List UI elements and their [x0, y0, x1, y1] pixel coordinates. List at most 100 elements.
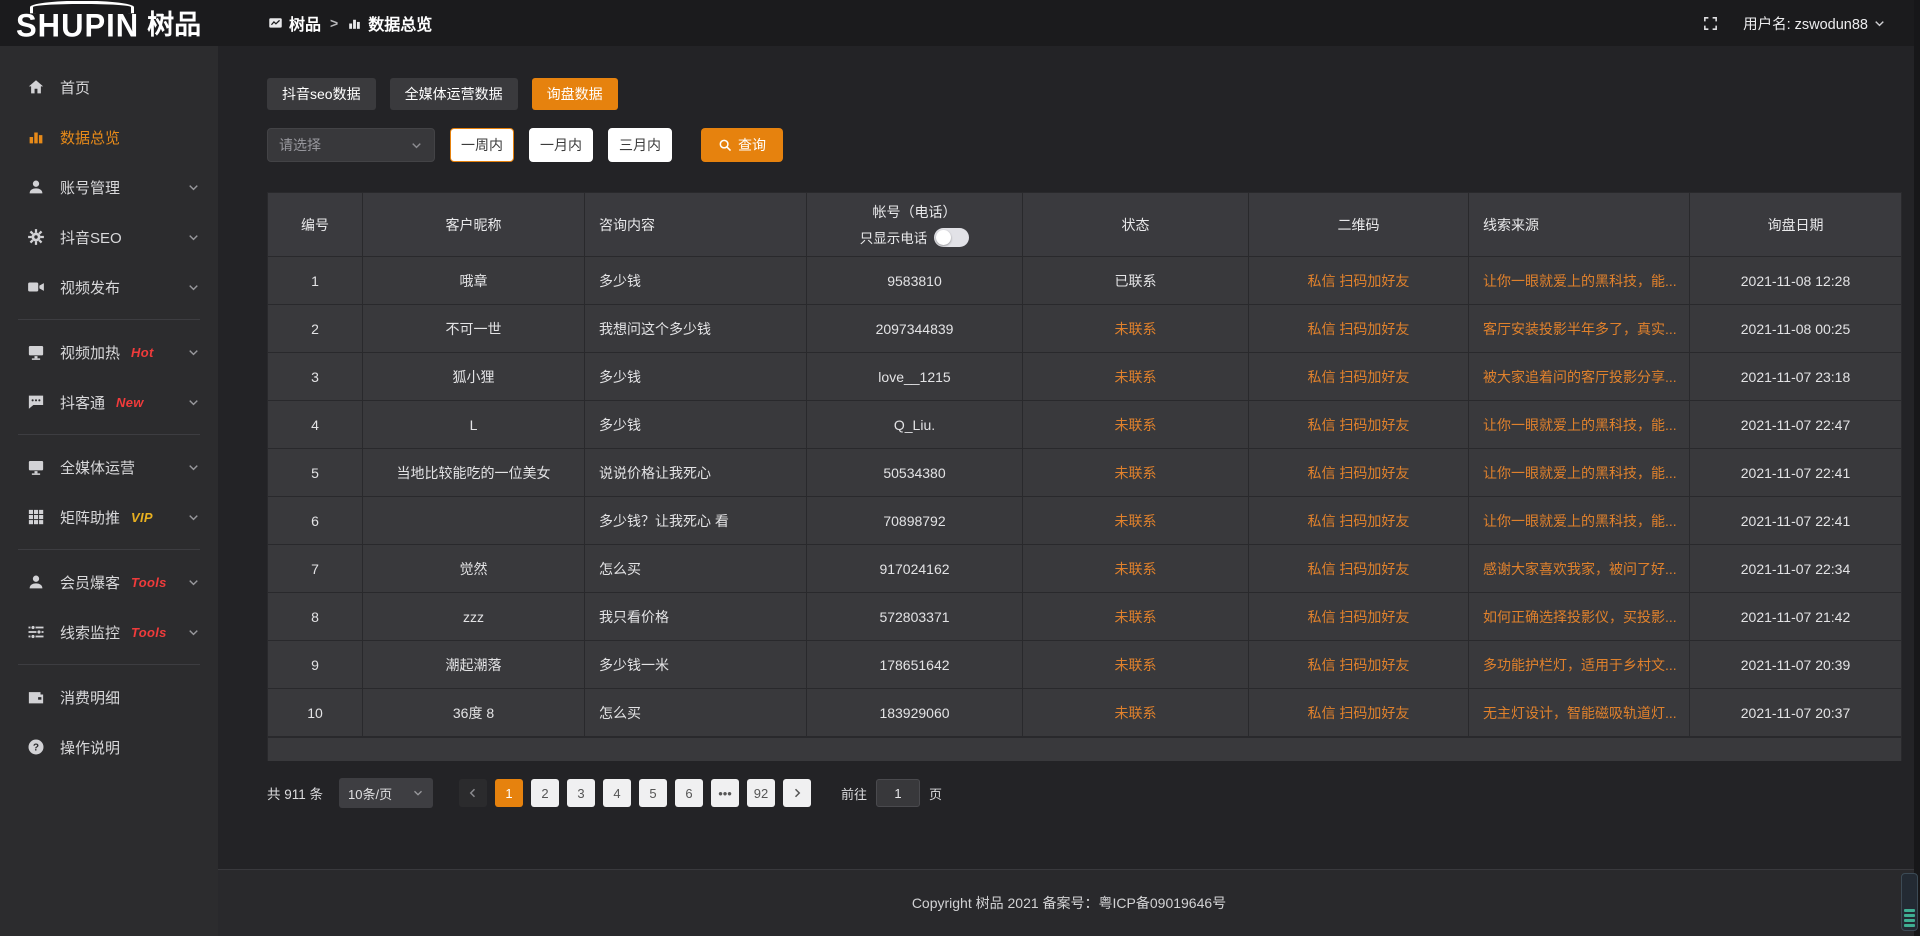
cell-qrcode[interactable]: 私信 扫码加好友 — [1249, 689, 1469, 737]
data-tabs: 抖音seo数据全媒体运营数据询盘数据 — [267, 78, 1902, 110]
cell-source[interactable]: 如何正确选择投影仪，买投影... — [1469, 593, 1690, 641]
column-header-account: 帐号（电话） 只显示电话 — [807, 193, 1023, 257]
sidebar-item-label: 操作说明 — [60, 737, 120, 758]
tab-询盘数据[interactable]: 询盘数据 — [532, 78, 618, 110]
cell-qrcode[interactable]: 私信 扫码加好友 — [1249, 593, 1469, 641]
period-button[interactable]: 三月内 — [608, 128, 672, 162]
page-button-2[interactable]: 2 — [531, 779, 559, 807]
tab-抖音seo数据[interactable]: 抖音seo数据 — [267, 78, 376, 110]
page-button-1[interactable]: 1 — [495, 779, 523, 807]
sidebar-divider — [18, 549, 200, 550]
cell-account: 183929060 — [807, 689, 1023, 737]
table-row: 1哦章多少钱9583810已联系私信 扫码加好友让你一眼就爱上的黑科技，能...… — [268, 257, 1901, 305]
phone-toggle-label: 只显示电话 — [860, 227, 928, 247]
sidebar-item-video[interactable]: 视频发布 — [0, 262, 218, 312]
period-button[interactable]: 一周内 — [450, 128, 514, 162]
sidebar-item-chat[interactable]: 抖客通 New — [0, 377, 218, 427]
cell-source[interactable]: 多功能护栏灯，适用于乡村文... — [1469, 641, 1690, 689]
breadcrumb-item-current[interactable]: 数据总览 — [347, 11, 432, 35]
chevron-down-icon — [1873, 17, 1886, 30]
sidebar-item-label: 矩阵助推 — [60, 507, 120, 528]
next-page-button[interactable] — [783, 779, 811, 807]
phone-only-toggle[interactable] — [934, 228, 969, 247]
cell-qrcode[interactable]: 私信 扫码加好友 — [1249, 305, 1469, 353]
cell-qrcode[interactable]: 私信 扫码加好友 — [1249, 545, 1469, 593]
goto-page-group: 前往 页 — [841, 779, 942, 807]
sidebar-item-monitor[interactable]: 全媒体运营 — [0, 442, 218, 492]
cell-qrcode[interactable]: 私信 扫码加好友 — [1249, 497, 1469, 545]
sidebar-item-sliders[interactable]: 线索监控Tools — [0, 607, 218, 657]
cell-source[interactable]: 让你一眼就爱上的黑科技，能... — [1469, 401, 1690, 449]
column-header-no: 编号 — [268, 193, 363, 257]
fullscreen-icon[interactable] — [1702, 15, 1719, 32]
page-size-label: 10条/页 — [348, 784, 392, 803]
page-size-select[interactable]: 10条/页 — [339, 778, 433, 808]
table-row: 3狐小狸多少钱love__1215未联系私信 扫码加好友被大家追着问的客厅投影分… — [268, 353, 1901, 401]
sidebar-item-grid[interactable]: 矩阵助推VIP — [0, 492, 218, 542]
cell-account: 9583810 — [807, 257, 1023, 305]
sidebar-item-badge: New — [116, 395, 144, 410]
cell-no: 10 — [268, 689, 363, 737]
total-count-label: 共 911 条 — [267, 783, 323, 803]
cell-qrcode[interactable]: 私信 扫码加好友 — [1249, 401, 1469, 449]
query-button[interactable]: 查询 — [701, 128, 783, 162]
page-button-4[interactable]: 4 — [603, 779, 631, 807]
cell-source[interactable]: 感谢大家喜欢我家，被问了好... — [1469, 545, 1690, 593]
cell-source[interactable]: 让你一眼就爱上的黑科技，能... — [1469, 449, 1690, 497]
user-menu[interactable]: 用户名: zswodun88 — [1743, 13, 1886, 34]
floating-widget[interactable] — [1901, 873, 1918, 931]
cell-account: 70898792 — [807, 497, 1023, 545]
cell-qrcode[interactable]: 私信 扫码加好友 — [1249, 641, 1469, 689]
chevron-down-icon — [412, 787, 424, 799]
cell-source[interactable]: 客厅安装投影半年多了，真实... — [1469, 305, 1690, 353]
table-header-row: 编号 客户昵称 咨询内容 帐号（电话） 只显示电话 状态 二维码 线索来源 询盘… — [268, 193, 1901, 257]
cell-account: love__1215 — [807, 353, 1023, 401]
username-label: 用户名: zswodun88 — [1743, 13, 1868, 34]
cell-qrcode[interactable]: 私信 扫码加好友 — [1249, 449, 1469, 497]
scrollbar-track[interactable] — [1914, 0, 1920, 936]
cell-nickname — [363, 497, 585, 545]
sidebar-item-question[interactable]: ?操作说明 — [0, 722, 218, 772]
sidebar-item-label: 抖客通 — [60, 392, 105, 413]
sidebar-item-person[interactable]: 会员爆客Tools — [0, 557, 218, 607]
page-button-5[interactable]: 5 — [639, 779, 667, 807]
sidebar-item-home[interactable]: 首页 — [0, 62, 218, 112]
table-row: 7觉然怎么买917024162未联系私信 扫码加好友感谢大家喜欢我家，被问了好.… — [268, 545, 1901, 593]
logo-text-en: SHUPIN — [16, 5, 139, 47]
sidebar-item-user[interactable]: 账号管理 — [0, 162, 218, 212]
prev-page-button[interactable] — [459, 779, 487, 807]
pagination-ellipsis[interactable]: ••• — [711, 779, 739, 807]
account-select[interactable]: 请选择 — [267, 128, 435, 162]
column-header-nickname: 客户昵称 — [363, 193, 585, 257]
cell-qrcode[interactable]: 私信 扫码加好友 — [1249, 353, 1469, 401]
sidebar-item-wallet[interactable]: 消费明细 — [0, 672, 218, 722]
sidebar-item-gear[interactable]: 抖音SEO — [0, 212, 218, 262]
cell-status: 未联系 — [1023, 545, 1249, 593]
column-header-qrcode: 二维码 — [1249, 193, 1469, 257]
page-button-6[interactable]: 6 — [675, 779, 703, 807]
cell-source[interactable]: 被大家追着问的客厅投影分享... — [1469, 353, 1690, 401]
cell-account: 178651642 — [807, 641, 1023, 689]
cell-source[interactable]: 无主灯设计，智能磁吸轨道灯... — [1469, 689, 1690, 737]
goto-page-input[interactable] — [876, 779, 920, 807]
sidebar-item-chart[interactable]: 数据总览 — [0, 112, 218, 162]
cell-content: 我想问这个多少钱 — [585, 305, 807, 353]
sidebar-item-heat[interactable]: 视频加热Hot — [0, 327, 218, 377]
tab-全媒体运营数据[interactable]: 全媒体运营数据 — [390, 78, 518, 110]
cell-date: 2021-11-07 20:39 — [1690, 641, 1901, 689]
page-button-3[interactable]: 3 — [567, 779, 595, 807]
cell-source[interactable]: 让你一眼就爱上的黑科技，能... — [1469, 497, 1690, 545]
cell-nickname: zzz — [363, 593, 585, 641]
breadcrumb-item-home[interactable]: 树品 — [268, 11, 321, 35]
chevron-down-icon — [187, 231, 200, 244]
cell-account: 50534380 — [807, 449, 1023, 497]
page-button-92[interactable]: 92 — [747, 779, 775, 807]
wallet-icon — [27, 688, 45, 706]
cell-qrcode[interactable]: 私信 扫码加好友 — [1249, 257, 1469, 305]
chat-icon — [27, 393, 45, 411]
period-button[interactable]: 一月内 — [529, 128, 593, 162]
sidebar-item-label: 消费明细 — [60, 687, 120, 708]
cell-source[interactable]: 让你一眼就爱上的黑科技，能... — [1469, 257, 1690, 305]
cell-no: 7 — [268, 545, 363, 593]
column-header-status: 状态 — [1023, 193, 1249, 257]
